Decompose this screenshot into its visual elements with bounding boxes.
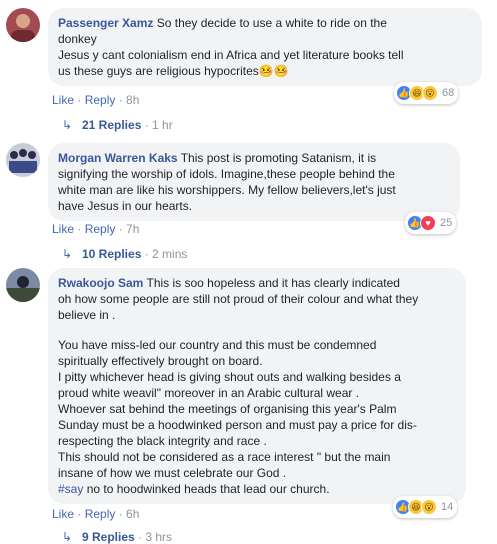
reply-timestamp: 2 mins [152, 247, 188, 261]
separator: · [115, 93, 127, 107]
reply-link[interactable]: Reply [85, 93, 116, 107]
avatar[interactable] [6, 8, 40, 42]
reply-timestamp: 1 hr [152, 118, 173, 132]
like-link[interactable]: Like [52, 507, 74, 521]
separator: · [74, 222, 85, 236]
comment-text: I pitty whichever head is giving shout o… [58, 370, 401, 384]
comment-text: believe in . [58, 308, 116, 322]
comment-text: signifying the worship of idols. Imagine… [58, 167, 395, 181]
separator: · [115, 507, 127, 521]
comment-timestamp[interactable]: 7h [126, 222, 139, 236]
comment-text: oh how some people are still not proud o… [58, 292, 419, 306]
comment-text: white man are like his worshippers. My f… [58, 183, 396, 197]
comment-text: You have miss-led our country and this m… [58, 338, 377, 352]
comment-text: Sunday must be a hoodwinked person and m… [58, 418, 417, 432]
view-replies[interactable]: ↳ 9 Replies · 3 hrs [62, 530, 172, 544]
reaction-summary[interactable]: 👍 ♥ 25 [405, 212, 457, 234]
avatar[interactable] [6, 268, 40, 302]
wow-reaction-icon: 😮 [421, 499, 437, 515]
comment-text: This should not be considered as a race … [58, 450, 391, 464]
reaction-summary[interactable]: 👍 😆 😮 68 [394, 82, 459, 104]
comment-text: Whoever sat behind the meetings of organ… [58, 402, 397, 416]
comment-text: insane of how we must celebrate our God … [58, 466, 287, 480]
comment-author[interactable]: Passenger Xamz [58, 16, 153, 30]
separator: · [74, 93, 85, 107]
separator: · [74, 507, 85, 521]
reply-arrow-icon: ↳ [62, 530, 73, 544]
reaction-count: 14 [441, 501, 454, 513]
comment-text: This post is promoting Satanism, it is [180, 151, 377, 165]
comment-text: donkey [58, 32, 97, 46]
avatar[interactable] [6, 143, 40, 177]
avatar-image [6, 268, 40, 302]
avatar-image [6, 8, 40, 42]
comment-bubble: Passenger Xamz So they decide to use a w… [48, 8, 482, 86]
comment-text: respecting the black integrity and race … [58, 434, 267, 448]
comment-text: us these guys are religious hypocrites🤒🤒 [58, 64, 289, 78]
reaction-count: 68 [442, 87, 455, 99]
reply-count[interactable]: 10 Replies [82, 247, 141, 261]
comment-actions: Like · Reply · 7h [52, 222, 139, 236]
comment-text: proud white weavil" moreover in an Arabi… [58, 386, 360, 400]
comment-author[interactable]: Morgan Warren Kaks [58, 151, 178, 165]
comment-text: Jesus y cant colonialism end in Africa a… [58, 48, 404, 62]
comment-text: no to hoodwinked heads that lead our chu… [83, 482, 330, 496]
comment-text: This is soo hopeless and it has clearly … [146, 276, 400, 290]
comment-text: spiritually effectively brought on board… [58, 354, 263, 368]
reaction-summary[interactable]: 👍 😆 😮 14 [393, 496, 458, 518]
separator: · [141, 118, 153, 132]
comment-text: have Jesus in our hearts. [58, 199, 193, 213]
comment-bubble: Rwakoojo Sam This is soo hopeless and it… [48, 268, 466, 504]
separator: · [115, 222, 127, 236]
like-link[interactable]: Like [52, 93, 74, 107]
reaction-count: 25 [440, 217, 453, 229]
avatar-image [6, 143, 40, 177]
comment-timestamp[interactable]: 6h [126, 507, 139, 521]
hashtag-link[interactable]: #say [58, 482, 83, 496]
view-replies[interactable]: ↳ 21 Replies · 1 hr [62, 118, 173, 132]
reply-link[interactable]: Reply [85, 507, 116, 521]
comment-text: So they decide to use a white to ride on… [156, 16, 387, 30]
reply-arrow-icon: ↳ [62, 118, 73, 132]
separator: · [134, 530, 146, 544]
reply-arrow-icon: ↳ [62, 247, 73, 261]
like-link[interactable]: Like [52, 222, 74, 236]
comment-actions: Like · Reply · 6h [52, 507, 139, 521]
reply-timestamp: 3 hrs [145, 530, 173, 544]
comment-timestamp[interactable]: 8h [126, 93, 139, 107]
comment-author[interactable]: Rwakoojo Sam [58, 276, 143, 290]
wow-reaction-icon: 😮 [422, 85, 438, 101]
comment-actions: Like · Reply · 8h [52, 93, 139, 107]
separator: · [141, 247, 153, 261]
comment-bubble: Morgan Warren Kaks This post is promotin… [48, 143, 460, 221]
love-reaction-icon: ♥ [420, 215, 436, 231]
reply-count[interactable]: 9 Replies [82, 530, 135, 544]
reply-count[interactable]: 21 Replies [82, 118, 141, 132]
view-replies[interactable]: ↳ 10 Replies · 2 mins [62, 247, 187, 261]
reply-link[interactable]: Reply [85, 222, 116, 236]
